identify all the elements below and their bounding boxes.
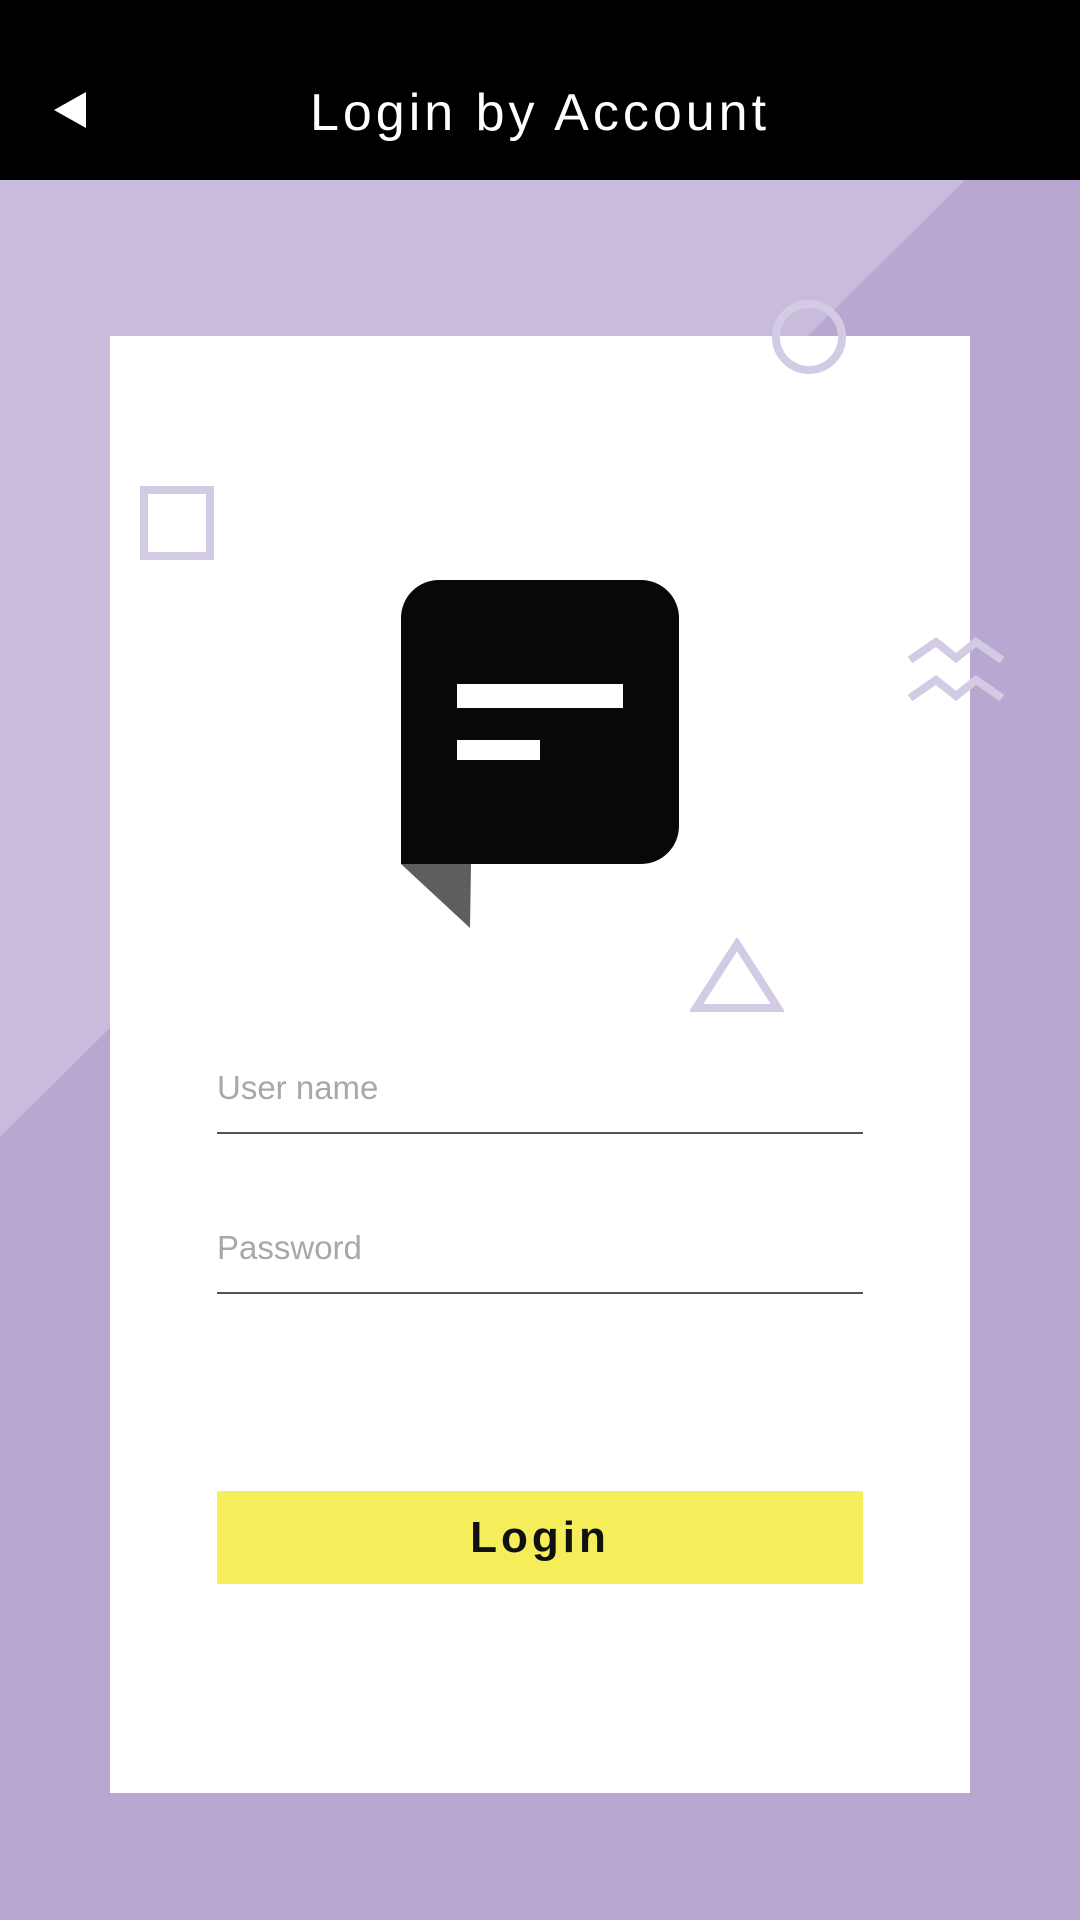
chat-bubble-icon — [401, 580, 679, 928]
username-input[interactable] — [217, 1044, 863, 1134]
page-title: Login by Account — [309, 83, 771, 142]
zigzag-icon — [907, 637, 1005, 702]
login-button[interactable]: Login — [217, 1491, 863, 1584]
triangle-outline-icon — [690, 938, 784, 1012]
header-bar: Login by Account — [0, 0, 1080, 180]
password-input[interactable] — [217, 1204, 863, 1294]
square-outline-icon — [140, 486, 214, 560]
circle-outline-icon — [772, 300, 846, 374]
